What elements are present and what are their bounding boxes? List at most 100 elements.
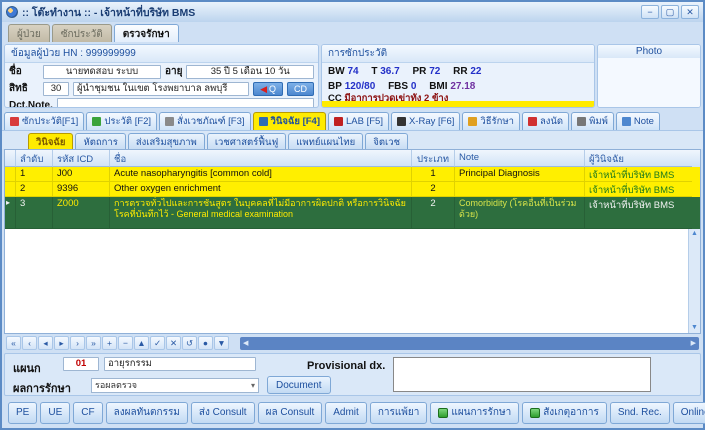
nav-next-icon[interactable]: ▸ [54, 336, 69, 350]
lab-icon [334, 117, 343, 126]
provisional-dx-input[interactable] [393, 357, 651, 392]
tab-print[interactable]: พิมพ์ [571, 112, 614, 130]
nav-prior-icon[interactable]: ◂ [38, 336, 53, 350]
cf-button[interactable]: CF [73, 401, 103, 424]
tab-examination[interactable]: ตรวจรักษา [113, 24, 179, 42]
subtab-thai-medicine[interactable]: แพทย์แผนไทย [288, 133, 364, 149]
app-icon [6, 6, 18, 18]
maximize-icon[interactable]: ▢ [661, 5, 679, 19]
note-icon [621, 117, 631, 126]
name-label: ชื่อ [9, 66, 22, 77]
nav-last-icon[interactable]: » [86, 336, 101, 350]
window-controls: − ▢ ✕ [641, 5, 699, 19]
subtab-psychiatry[interactable]: จิตเวช [365, 133, 409, 149]
nav-prior-page-icon[interactable]: ‹ [22, 336, 37, 350]
printer-icon [577, 117, 587, 126]
xray-icon [396, 117, 406, 126]
document-button[interactable]: Document [267, 376, 331, 394]
right-name-field[interactable]: ผู้นำชุมชน ในเขต โรงพยาบาล ลพบุรี [73, 81, 250, 96]
pe-button[interactable]: PE [8, 401, 38, 424]
nav-filter-icon[interactable]: ▼ [214, 336, 229, 350]
title-bar: :: โต๊ะทำงาน :: - เจ้าหน้าที่บริษัท BMS … [2, 2, 703, 22]
supplies-icon [165, 117, 175, 126]
subtab-diagnosis[interactable]: วินิจฉัย [28, 133, 74, 149]
admit-button[interactable]: Admit [325, 401, 367, 424]
header-type[interactable]: ประเภท [412, 150, 455, 167]
nav-bookmark-icon[interactable]: ● [198, 336, 213, 350]
tab-patient[interactable]: ผู้ป่วย [8, 24, 50, 42]
scroll-up-icon: ▲ [691, 230, 698, 237]
history-panel: การซักประวัติ BW 74 T 36.7 PR 72 RR 22 B… [321, 44, 595, 108]
horizontal-scrollbar[interactable]: ◀ ▶ [240, 336, 699, 350]
tab-history-f1[interactable]: ซักประวัติ[F1] [4, 112, 85, 130]
care-plan-icon [438, 407, 449, 418]
table-row-selected[interactable]: ▸ 3 Z000 การตรวจทั่วไปและการชันสูตร ในบุ… [5, 197, 700, 229]
header-name[interactable]: ชื่อ [110, 150, 412, 167]
consult-result-button[interactable]: ผล Consult [257, 401, 323, 424]
chevron-down-icon: ▾ [250, 381, 255, 390]
table-row[interactable]: 2 9396 Other oxygen enrichment 2 เจ้าหน้… [5, 182, 700, 197]
tab-treatment[interactable]: วิธีรักษา [462, 112, 520, 130]
tab-appointment[interactable]: ลงนัด [521, 112, 570, 130]
tab-xray-f6[interactable]: X-Ray [F6] [390, 112, 461, 130]
drug-allergy-button[interactable]: การแพ้ยา [369, 401, 428, 424]
tab-history[interactable]: ซักประวัติ [51, 24, 112, 42]
ue-button[interactable]: UE [40, 401, 71, 424]
observe-button[interactable]: สังเกตุอาการ [522, 401, 607, 424]
scroll-down-icon: ▼ [691, 324, 698, 331]
nav-first-icon[interactable]: « [6, 336, 21, 350]
photo-placeholder [598, 58, 700, 107]
table-row[interactable]: 1 J00 Acute nasopharyngitis [common cold… [5, 167, 700, 182]
header-note[interactable]: Note [455, 150, 585, 167]
header-diagnoser[interactable]: ผู้วินิจฉัย [585, 150, 692, 167]
care-plan-button[interactable]: แผนการรักษา [430, 401, 520, 424]
nav-edit-icon[interactable]: ▲ [134, 336, 149, 350]
right-code-field[interactable]: 30 [43, 81, 69, 96]
age-label: อายุ [165, 66, 183, 77]
tab-lab-f5[interactable]: LAB [F5] [328, 112, 389, 130]
queue-button[interactable]: ◀ Q [253, 81, 283, 96]
main-tab-bar: ผู้ป่วย ซักประวัติ ตรวจรักษา [2, 22, 703, 42]
header-seq[interactable]: ลำดับ [16, 150, 53, 167]
treatment-icon [468, 117, 478, 126]
tab-diagnosis-f4[interactable]: วินิจฉัย [F4] [252, 112, 326, 130]
send-consult-button[interactable]: ส่ง Consult [190, 401, 255, 424]
treatment-result-select[interactable]: รอผลตรวจ ▾ [91, 378, 259, 393]
dept-name-field[interactable]: อายุรกรรม [104, 357, 256, 371]
nav-delete-icon[interactable]: − [118, 336, 133, 350]
document-icon [92, 117, 102, 126]
dct-note-field[interactable] [56, 98, 314, 107]
snd-rec-button[interactable]: Snd. Rec. [609, 401, 670, 424]
info-row: ข้อมูลผู้ป่วย HN : 999999999 ชื่อ นายทดส… [2, 42, 703, 110]
tab-note[interactable]: Note [615, 112, 660, 130]
vertical-scrollbar[interactable]: ▲ ▼ [688, 229, 700, 333]
age-field[interactable]: 35 ปี 5 เดือน 10 วัน [186, 64, 314, 79]
header-icd[interactable]: รหัส ICD [53, 150, 110, 167]
dept-code-field[interactable]: 01 [63, 357, 99, 371]
record-navigator: « ‹ ◂ ▸ › » + − ▲ ✓ ✕ ↺ ● ▼ ◀ ▶ [2, 334, 703, 352]
nav-post-icon[interactable]: ✓ [150, 336, 165, 350]
treatment-result-label: ผลการรักษา [13, 383, 71, 395]
patient-panel-title: ข้อมูลผู้ป่วย HN : 999999999 [5, 45, 318, 63]
dental-result-button[interactable]: ลงผลทันตกรรม [105, 401, 188, 424]
tab-order-f3[interactable]: สั่งเวชภัณฑ์ [F3] [159, 112, 251, 130]
close-icon[interactable]: ✕ [681, 5, 699, 19]
right-label: สิทธิ [9, 83, 28, 94]
nav-refresh-icon[interactable]: ↺ [182, 336, 197, 350]
online-consult-button[interactable]: Online Consult [672, 401, 705, 424]
bp-value: 120/80 [344, 81, 376, 92]
cd-button[interactable]: CD [287, 81, 314, 96]
dept-label: แผนก [13, 363, 41, 375]
history-panel-title: การซักประวัติ [322, 45, 594, 63]
subtab-rehab[interactable]: เวชศาสตร์ฟื้นฟู [206, 133, 287, 149]
app-window: :: โต๊ะทำงาน :: - เจ้าหน้าที่บริษัท BMS … [0, 0, 705, 430]
tab-record-f2[interactable]: ประวัติ [F2] [86, 112, 158, 130]
minimize-icon[interactable]: − [641, 5, 659, 19]
scroll-left-icon: ◀ [243, 340, 249, 347]
patient-name-field[interactable]: นายทดสอบ ระบบ [43, 64, 161, 79]
nav-insert-icon[interactable]: + [102, 336, 117, 350]
subtab-procedure[interactable]: หัตถการ [75, 133, 126, 149]
nav-next-page-icon[interactable]: › [70, 336, 85, 350]
nav-cancel-icon[interactable]: ✕ [166, 336, 181, 350]
subtab-health-promotion[interactable]: ส่งเสริมสุขภาพ [127, 133, 205, 149]
